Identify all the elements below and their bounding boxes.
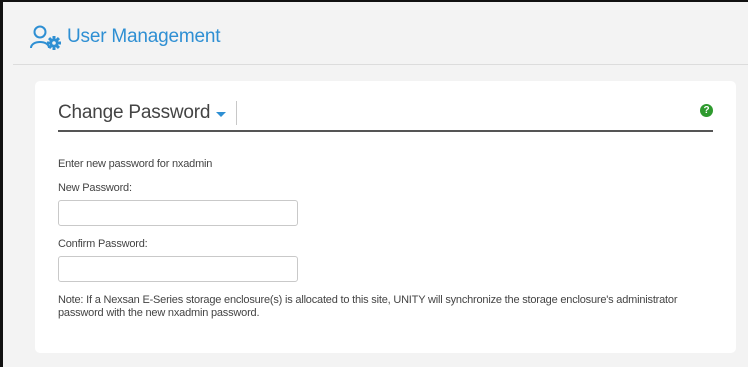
user-gear-icon	[29, 22, 63, 52]
new-password-input[interactable]	[58, 200, 298, 226]
confirm-password-input[interactable]	[58, 256, 298, 282]
help-icon[interactable]: ?	[700, 104, 713, 117]
title-separator	[236, 101, 238, 125]
intro-text: Enter new password for nxadmin	[58, 158, 213, 170]
card-title: Change Password	[58, 102, 211, 123]
confirm-password-label: Confirm Password:	[58, 238, 148, 250]
new-password-label: New Password:	[58, 182, 132, 194]
card-header-divider	[58, 130, 713, 132]
note-text: Note: If a Nexsan E-Series storage enclo…	[58, 294, 678, 319]
page-title: User Management	[67, 26, 221, 47]
header-divider	[13, 64, 748, 65]
page-header: User Management	[13, 10, 748, 64]
app-frame: User Management Change Password ? Enter …	[0, 0, 748, 367]
change-password-card: Change Password ? Enter new password for…	[35, 81, 736, 353]
chevron-down-icon[interactable]	[216, 112, 227, 117]
card-header: Change Password ?	[58, 95, 713, 131]
